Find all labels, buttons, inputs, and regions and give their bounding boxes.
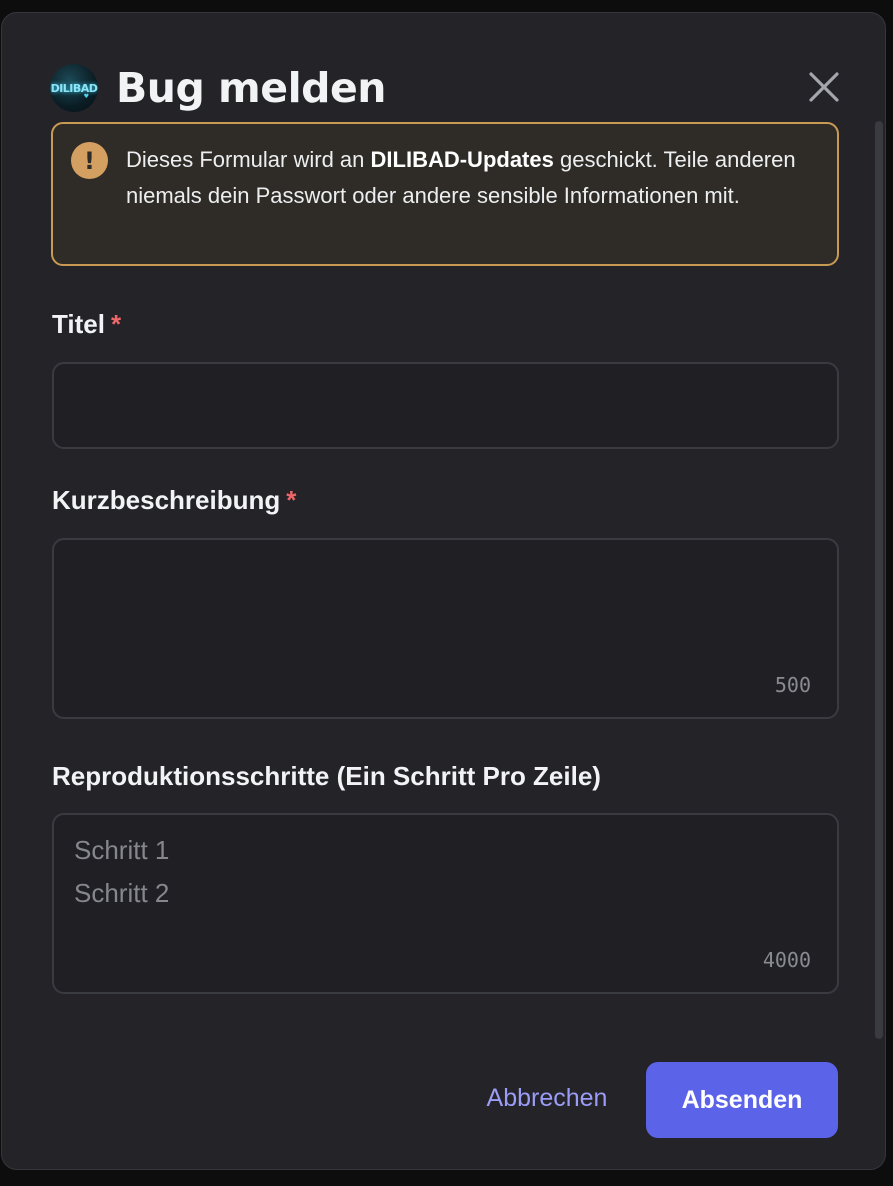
heart-icon: ♥ xyxy=(83,93,89,100)
notice-recipient: DILIBAD-Updates xyxy=(370,147,554,172)
close-icon xyxy=(809,72,839,102)
summary-label-text: Kurzbeschreibung xyxy=(52,485,281,515)
submit-button[interactable]: Absenden xyxy=(646,1062,838,1138)
dialog-header: DILIBAD ♥ Bug melden xyxy=(50,51,387,125)
title-field[interactable] xyxy=(52,362,839,449)
scrollbar[interactable] xyxy=(875,121,883,1039)
summary-field[interactable]: 500 xyxy=(52,538,839,719)
dialog-title: Bug melden xyxy=(116,64,387,112)
title-label: Titel * xyxy=(52,309,121,340)
required-marker: * xyxy=(110,309,122,339)
title-label-text: Titel xyxy=(52,309,105,339)
summary-char-counter: 500 xyxy=(774,673,811,697)
close-button[interactable] xyxy=(806,69,842,105)
steps-label: Reproduktionsschritte (Ein Schritt Pro Z… xyxy=(52,761,601,791)
warning-notice: ! Dieses Formular wird an DILIBAD-Update… xyxy=(51,122,839,266)
bug-report-dialog: DILIBAD ♥ Bug melden ! Dieses Formular w… xyxy=(1,12,886,1170)
steps-field[interactable]: 4000 xyxy=(52,813,839,994)
steps-char-counter: 4000 xyxy=(762,948,811,972)
title-input[interactable] xyxy=(54,364,837,447)
notice-text-start: Dieses Formular wird an xyxy=(126,147,371,172)
summary-label: Kurzbeschreibung * xyxy=(52,485,296,516)
cancel-button[interactable]: Abbrechen xyxy=(472,1066,622,1130)
app-logo: DILIBAD ♥ xyxy=(50,64,98,112)
summary-textarea[interactable] xyxy=(54,540,837,717)
notice-text: Dieses Formular wird an DILIBAD-Updates … xyxy=(126,142,826,214)
exclamation-icon: ! xyxy=(71,142,108,179)
steps-textarea[interactable] xyxy=(54,815,837,992)
logo-text: DILIBAD xyxy=(50,81,98,95)
required-marker: * xyxy=(286,485,297,515)
